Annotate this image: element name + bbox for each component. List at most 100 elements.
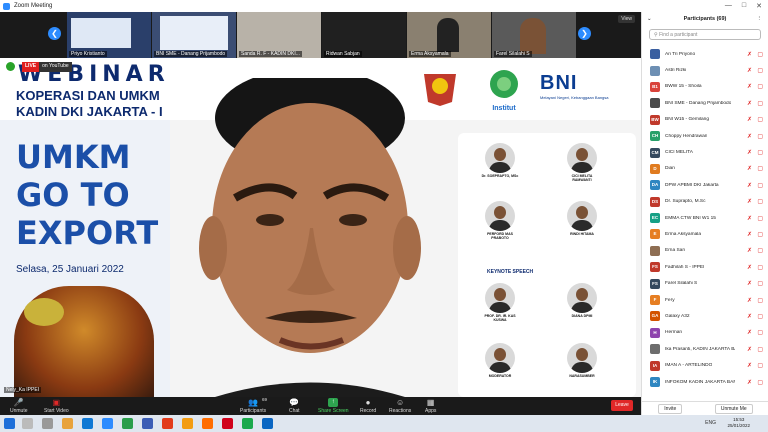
avatar: CM — [650, 147, 660, 158]
video-thumbnail[interactable]: Farel Silalahi S — [492, 12, 576, 58]
close-icon[interactable]: ✕ — [756, 2, 762, 10]
security-shield-icon — [6, 62, 15, 71]
video-thumbnail[interactable]: Erma Aksyamala — [407, 12, 491, 58]
video-off-icon: ▢ — [757, 199, 763, 206]
participant-row[interactable]: FS Fadhilah S - IPPEI ✗ ▢ — [642, 259, 768, 275]
participant-name: IMAN A - ARTELINDO — [665, 363, 713, 369]
word-icon[interactable] — [142, 418, 153, 429]
invite-button[interactable]: Invite — [658, 403, 683, 414]
chevron-down-icon[interactable]: ⌄ — [647, 12, 652, 26]
participant-row[interactable]: B1 BWW 15 - Shoila ✗ ▢ — [642, 79, 768, 95]
video-off-icon: ▢ — [757, 100, 763, 107]
avatar — [650, 344, 660, 355]
start-video-button[interactable]: ▣ Start Video — [44, 398, 69, 414]
participant-row[interactable]: IK INFOKOM KADIN JAKARTA BAR... ✗ ▢ — [642, 374, 768, 390]
firefox-icon[interactable] — [202, 418, 213, 429]
speaker-avatar — [567, 143, 597, 173]
leave-button[interactable]: Leave — [611, 400, 633, 411]
panel-title: Participants (69) — [683, 16, 727, 22]
participant-row[interactable]: D Dian ✗ ▢ — [642, 161, 768, 177]
video-off-icon: ▢ — [757, 182, 763, 189]
speaker-name: DIANA DPMI — [571, 314, 593, 318]
video-off-icon: ▢ — [757, 248, 763, 255]
excel-icon[interactable] — [122, 418, 133, 429]
participant-row[interactable]: Ika Prasanti, KADIN JAKARTA BA... ✗ ▢ — [642, 341, 768, 357]
speaker-card: RINDI HITAMA — [562, 201, 602, 236]
participant-row[interactable]: H Herman ✗ ▢ — [642, 325, 768, 341]
tray-language[interactable]: ENG — [705, 420, 716, 426]
participant-row[interactable]: EC EMMA CTW BNI W1 15 ✗ ▢ — [642, 210, 768, 226]
participant-row[interactable]: Astri Rizki ✗ ▢ — [642, 62, 768, 78]
participant-name: Astri Rizki — [665, 68, 687, 74]
avatar: IA — [650, 360, 660, 371]
video-thumbnail[interactable]: Ridwan Sabjan — [322, 12, 406, 58]
view-button[interactable]: View — [618, 15, 635, 23]
participant-row[interactable]: CH Choppy Hendrawan ✗ ▢ — [642, 128, 768, 144]
participant-row[interactable]: CM CICI MELITA ✗ ▢ — [642, 144, 768, 160]
minimize-icon[interactable]: — — [725, 2, 732, 10]
participant-name: INFOKOM KADIN JAKARTA BAR... — [665, 379, 735, 385]
search-icon[interactable] — [22, 418, 33, 429]
more-icon[interactable]: ⋮ — [757, 12, 763, 26]
participant-name: BNI W15 - Gemilang — [665, 117, 709, 123]
microphone-muted-icon: ✗ — [746, 264, 752, 271]
app-icon[interactable] — [262, 418, 273, 429]
participant-row[interactable]: BNI SME - Danang Prijambodo ✗ ▢ — [642, 95, 768, 111]
participant-row[interactable]: F Fery ✗ ▢ — [642, 292, 768, 308]
whatsapp-icon[interactable] — [242, 418, 253, 429]
participant-row[interactable]: E Erma Aksyamala ✗ ▢ — [642, 226, 768, 242]
thumbnail-name: Sanda R. F - KADIN DKI... — [239, 51, 302, 57]
apps-label: Apps — [425, 408, 437, 414]
participant-row[interactable]: DS Dr. Suprapto, M.Sc ✗ ▢ — [642, 194, 768, 210]
reactions-button[interactable]: ☺ Reactions — [389, 398, 411, 414]
edge-icon[interactable] — [82, 418, 93, 429]
participant-row[interactable]: DA DPW APBMI DKI Jakarta ✗ ▢ — [642, 177, 768, 193]
participant-name: Fery — [665, 297, 675, 303]
share-screen-icon: ↑ — [328, 398, 339, 407]
chat-button[interactable]: 💬 Chat — [289, 398, 300, 414]
participant-row[interactable]: GA Galaxy A32 ✗ ▢ — [642, 308, 768, 324]
video-thumbnail[interactable]: Sanda R. F - KADIN DKI... — [237, 12, 321, 58]
speaker-card: PROF. DR. IR. KAS KUSWA — [480, 283, 520, 322]
unmute-me-button[interactable]: Unmute Me — [714, 403, 753, 414]
video-off-icon: ▢ — [757, 166, 763, 173]
video-thumbnail[interactable]: BNI SME - Danang Prijambodo — [152, 12, 236, 58]
video-off-icon: ▢ — [757, 150, 763, 157]
participant-name: Erna Sari — [665, 248, 685, 254]
share-screen-button[interactable]: ↑ Share Screen — [318, 398, 349, 414]
apps-button[interactable]: ▦ Apps — [425, 398, 436, 414]
windows-start-icon[interactable] — [4, 418, 15, 429]
video-off-icon: ▢ — [757, 68, 763, 75]
participant-row[interactable]: Erna Sari ✗ ▢ — [642, 243, 768, 259]
system-clock[interactable]: 15:53 25/01/2022 — [727, 417, 750, 429]
participant-row[interactable]: BW BNI W15 - Gemilang ✗ ▢ — [642, 112, 768, 128]
next-page-icon[interactable]: ❯ — [578, 27, 591, 40]
speaker-card: CICI MELITA RAMWANTI — [562, 143, 602, 182]
powerpoint-icon[interactable] — [162, 418, 173, 429]
microphone-muted-icon: ✗ — [746, 84, 752, 91]
video-thumbnail[interactable]: Priyo Kristianto — [67, 12, 151, 58]
unmute-button[interactable]: 🎤 Unmute — [10, 398, 28, 414]
speakers-panel: Dr. SOEPRAPTO, MSc CICI MELITA RAMWANTI … — [458, 133, 636, 397]
thumbnail-name: BNI SME - Danang Prijambodo — [154, 51, 228, 57]
chrome-icon[interactable] — [182, 418, 193, 429]
task-view-icon[interactable] — [42, 418, 53, 429]
participant-name: Farel Silalahi S — [665, 281, 698, 287]
microphone-muted-icon: ✗ — [746, 117, 752, 124]
participant-row[interactable]: IA IMAN A - ARTELINDO ✗ ▢ — [642, 357, 768, 373]
headline-line: EXPORT — [16, 214, 159, 252]
speaker-name: MODERATOR — [488, 374, 512, 378]
maximize-icon[interactable]: □ — [742, 2, 746, 10]
thumbnail-name: Priyo Kristianto — [69, 51, 107, 57]
active-speaker-video: WEBINAR KOPERASI DAN UMKM KADIN DKI JAKA… — [0, 58, 641, 397]
prev-page-icon[interactable]: ❮ — [48, 27, 61, 40]
file-explorer-icon[interactable] — [62, 418, 73, 429]
live-on-youtube-badge[interactable]: LIVE on YouTube — [22, 62, 92, 72]
participant-row[interactable]: FS Farel Silalahi S ✗ ▢ — [642, 275, 768, 291]
microphone-muted-icon: ✗ — [746, 215, 752, 222]
acrobat-icon[interactable] — [222, 418, 233, 429]
participant-row[interactable]: Ari Tri Priyono ✗ ▢ — [642, 46, 768, 62]
participant-search-input[interactable]: ⚲ Find a participant — [649, 29, 761, 40]
zoom-taskbar-icon[interactable] — [102, 418, 113, 429]
record-button[interactable]: ● Record — [360, 398, 376, 414]
